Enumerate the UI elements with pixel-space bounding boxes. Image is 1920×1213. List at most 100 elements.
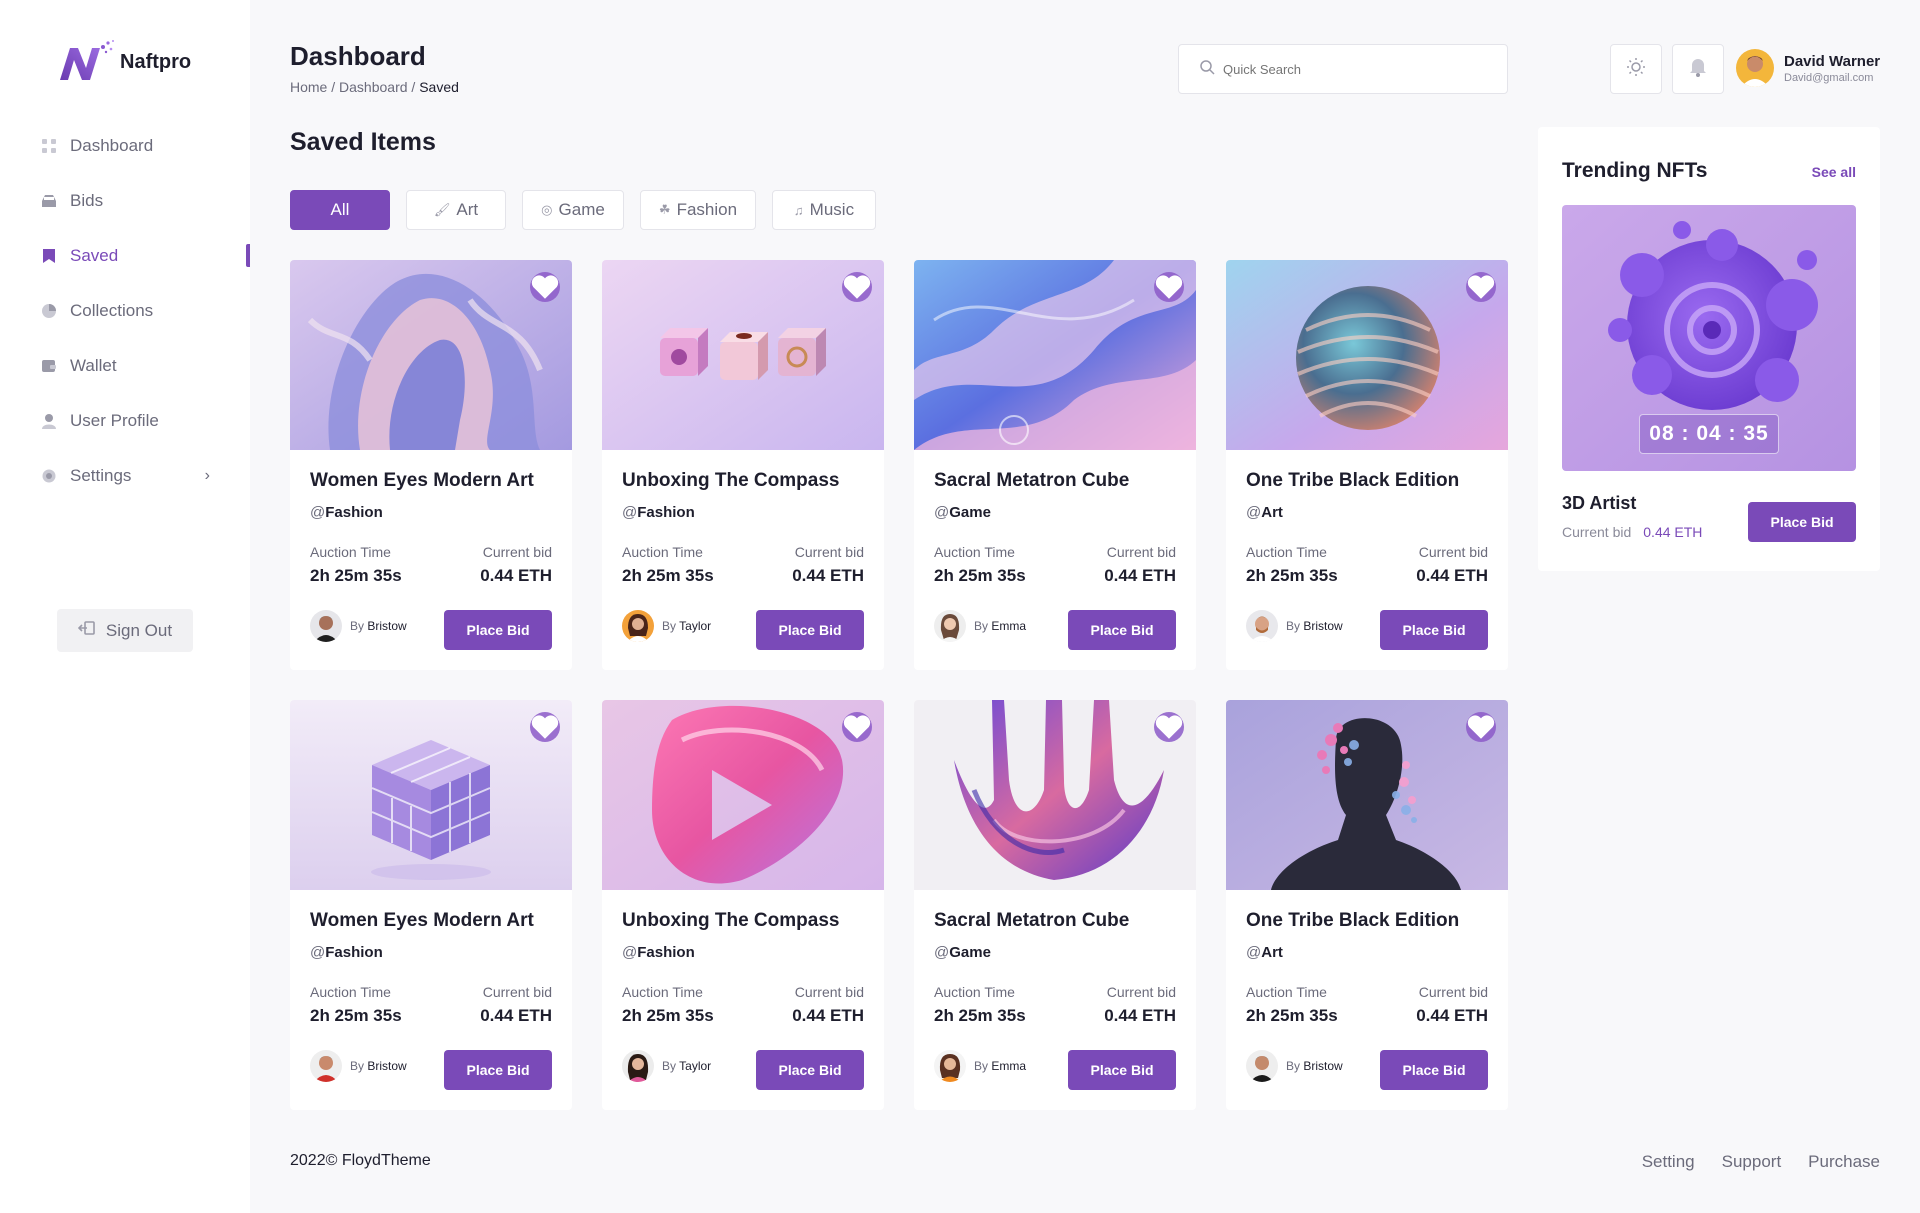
place-bid-button[interactable]: Place Bid <box>1380 610 1488 650</box>
nft-image[interactable] <box>1226 260 1508 450</box>
author-name: Bristow <box>367 619 407 633</box>
current-bid-value: 0.44 ETH <box>1416 1006 1488 1025</box>
brand-logo[interactable]: Naftpro <box>56 38 191 86</box>
place-bid-button[interactable]: Place Bid <box>444 1050 552 1090</box>
author[interactable]: By Emma <box>934 610 1026 642</box>
bell-icon <box>1689 57 1707 82</box>
nft-card[interactable]: Women Eyes Modern Art @Fashion Auction T… <box>290 700 572 1110</box>
author[interactable]: By Emma <box>934 1050 1026 1082</box>
author[interactable]: By Bristow <box>310 1050 407 1082</box>
favorite-heart-button[interactable] <box>530 712 560 742</box>
avatar <box>622 1050 654 1082</box>
sidebar-item-settings[interactable]: Settings › <box>0 448 250 503</box>
place-bid-button[interactable]: Place Bid <box>1068 610 1176 650</box>
auction-countdown: 08 : 04 : 35 <box>1639 414 1779 454</box>
filter-all[interactable]: All <box>290 190 390 230</box>
sidebar-item-collections[interactable]: Collections <box>0 283 250 338</box>
auction-time-label: Auction Time <box>622 984 703 1000</box>
auction-time-label: Auction Time <box>1246 544 1327 560</box>
breadcrumb-home[interactable]: Home <box>290 79 327 95</box>
filter-art[interactable]: 🖌︎ Art <box>406 190 506 230</box>
favorite-heart-button[interactable] <box>1154 272 1184 302</box>
current-bid-label: Current bid <box>794 984 864 1000</box>
nft-category: @Game <box>934 504 991 521</box>
place-bid-button[interactable]: Place Bid <box>1748 502 1856 542</box>
auction-time-label: Auction Time <box>934 544 1015 560</box>
heart-icon <box>843 275 871 299</box>
nft-category: @Game <box>934 944 991 961</box>
nft-card[interactable]: Sacral Metatron Cube @Game Auction Time 2… <box>914 700 1196 1110</box>
nft-category: @Fashion <box>622 504 695 521</box>
search-input[interactable] <box>1223 61 1483 77</box>
favorite-heart-button[interactable] <box>1466 272 1496 302</box>
author[interactable]: By Bristow <box>310 610 407 642</box>
filter-game[interactable]: ◎ Game <box>522 190 624 230</box>
place-bid-button[interactable]: Place Bid <box>756 1050 864 1090</box>
author[interactable]: By Bristow <box>1246 1050 1343 1082</box>
place-bid-button[interactable]: Place Bid <box>1068 1050 1176 1090</box>
nft-image[interactable] <box>290 700 572 890</box>
avatar <box>1246 1050 1278 1082</box>
nft-image[interactable] <box>914 700 1196 890</box>
sidebar-item-dashboard[interactable]: Dashboard <box>0 118 250 173</box>
nft-card[interactable]: One Tribe Black Edition @Art Auction Tim… <box>1226 700 1508 1110</box>
nft-card[interactable]: Unboxing The Compass @Fashion Auction Ti… <box>602 260 884 670</box>
nft-image[interactable] <box>914 260 1196 450</box>
author[interactable]: By Taylor <box>622 610 711 642</box>
by-label: By <box>974 1059 989 1073</box>
footer-link-purchase[interactable]: Purchase <box>1808 1152 1880 1172</box>
user-icon <box>40 412 58 430</box>
pie-icon <box>40 302 58 320</box>
nft-card[interactable]: Women Eyes Modern Art @Fashion Auction T… <box>290 260 572 670</box>
nft-category: @Fashion <box>310 944 383 961</box>
current-bid-label: Current bid <box>794 544 864 560</box>
auction-time-label: Auction Time <box>310 544 391 560</box>
place-bid-button[interactable]: Place Bid <box>756 610 864 650</box>
notifications-button[interactable] <box>1672 44 1724 94</box>
favorite-heart-button[interactable] <box>842 712 872 742</box>
favorite-heart-button[interactable] <box>1154 712 1184 742</box>
nft-card[interactable]: Sacral Metatron Cube @Game Auction Time 2… <box>914 260 1196 670</box>
place-bid-button[interactable]: Place Bid <box>1380 1050 1488 1090</box>
current-bid-label: Current bid <box>482 544 552 560</box>
auction-time-value: 2h 25m 35s <box>622 566 714 585</box>
favorite-heart-button[interactable] <box>1466 712 1496 742</box>
author[interactable]: By Taylor <box>622 1050 711 1082</box>
nft-image[interactable] <box>1226 700 1508 890</box>
search-box[interactable] <box>1178 44 1508 94</box>
sidebar-item-saved[interactable]: Saved <box>0 228 250 283</box>
breadcrumb-dashboard[interactable]: Dashboard <box>339 79 408 95</box>
see-all-link[interactable]: See all <box>1812 164 1856 180</box>
sidebar-item-wallet[interactable]: Wallet <box>0 338 250 393</box>
brand-name: Naftpro <box>120 50 192 73</box>
filter-music[interactable]: ♫ Music <box>772 190 876 230</box>
place-bid-button[interactable]: Place Bid <box>444 610 552 650</box>
chevron-right-icon[interactable]: › <box>205 467 210 485</box>
nft-image[interactable] <box>602 260 884 450</box>
nft-image[interactable] <box>602 700 884 890</box>
nft-image[interactable] <box>290 260 572 450</box>
user-menu[interactable]: David Warner David@gmail.com <box>1736 49 1880 87</box>
current-bid-label: Current bid <box>1106 544 1176 560</box>
auction-time-value: 2h 25m 35s <box>1246 1006 1338 1025</box>
nft-category: @Fashion <box>310 504 383 521</box>
trending-nft-image[interactable]: 08 : 04 : 35 <box>1562 205 1856 471</box>
footer-link-support[interactable]: Support <box>1722 1152 1782 1172</box>
favorite-heart-button[interactable] <box>842 272 872 302</box>
current-bid-label: Current bid <box>482 984 552 1000</box>
author[interactable]: By Bristow <box>1246 610 1343 642</box>
sign-out-button[interactable]: Sign Out <box>57 609 193 652</box>
nft-title: Women Eyes Modern Art <box>310 910 534 931</box>
naftpro-logo-icon <box>60 40 114 80</box>
nft-card[interactable]: One Tribe Black Edition @Art Auction Tim… <box>1226 260 1508 670</box>
favorite-heart-button[interactable] <box>530 272 560 302</box>
footer-link-setting[interactable]: Setting <box>1642 1152 1695 1172</box>
theme-toggle-button[interactable] <box>1610 44 1662 94</box>
avatar <box>1246 610 1278 642</box>
filter-fashion[interactable]: ☘ Fashion <box>640 190 756 230</box>
nft-category: @Art <box>1246 944 1283 961</box>
sidebar-item-user-profile[interactable]: User Profile <box>0 393 250 448</box>
sidebar-item-bids[interactable]: Bids <box>0 173 250 228</box>
breadcrumb-current: Saved <box>419 79 459 95</box>
nft-card[interactable]: Unboxing The Compass @Fashion Auction Ti… <box>602 700 884 1110</box>
